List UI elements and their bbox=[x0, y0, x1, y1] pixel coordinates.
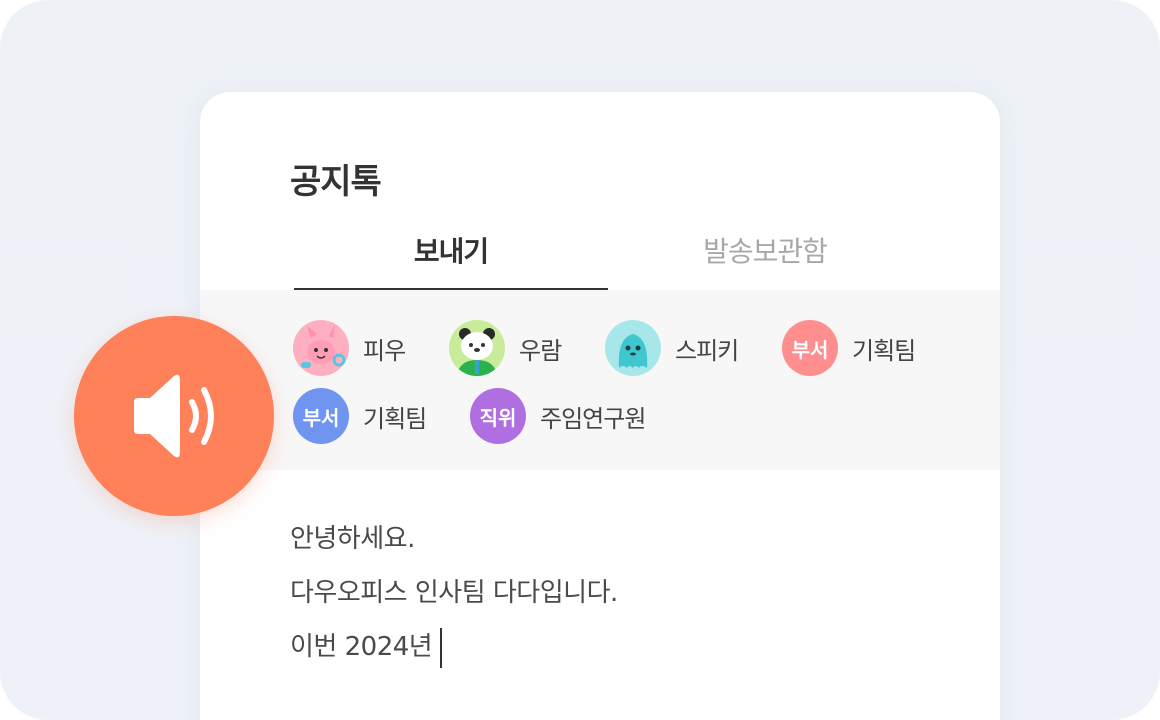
teal-blob-avatar bbox=[605, 320, 661, 376]
recipient-name: 기획팀 bbox=[852, 336, 916, 365]
department-badge: 부서 bbox=[293, 388, 349, 444]
tab-sent-box[interactable]: 발송보관함 bbox=[608, 230, 922, 270]
recipient-list: 피우 우람 스피키 부서 기획팀 부서 기획팀 직위 주임연구원 bbox=[200, 290, 1000, 470]
recipient-chip[interactable]: 피우 bbox=[293, 320, 406, 376]
recipient-chip[interactable]: 부서 기획팀 bbox=[782, 320, 916, 376]
recipient-chip[interactable]: 우람 bbox=[449, 320, 562, 376]
recipient-chip[interactable]: 직위 주임연구원 bbox=[470, 388, 646, 444]
message-line: 다우오피스 인사팀 다다입니다. bbox=[290, 578, 618, 608]
text-cursor bbox=[440, 627, 443, 668]
recipient-chip[interactable]: 스피키 bbox=[605, 320, 739, 376]
recipient-name: 스피키 bbox=[675, 336, 739, 365]
pink-bunny-avatar bbox=[293, 320, 349, 376]
speaker-volume-icon bbox=[134, 374, 214, 458]
recipient-name: 기획팀 bbox=[363, 404, 427, 433]
notice-talk-panel: 공지톡 보내기 발송보관함 피우 우람 스피키 부서 기획팀 부서 기획팀 직위… bbox=[200, 92, 1000, 720]
recipient-chip[interactable]: 부서 기획팀 bbox=[293, 388, 427, 444]
message-line: 이번 2024년 bbox=[290, 620, 618, 674]
recipient-name: 피우 bbox=[363, 336, 406, 365]
app-frame: 공지톡 보내기 발송보관함 피우 우람 스피키 부서 기획팀 부서 기획팀 직위… bbox=[0, 0, 1160, 720]
panda-avatar bbox=[449, 320, 505, 376]
recipient-name: 우람 bbox=[519, 336, 562, 365]
speaker-button[interactable] bbox=[74, 316, 274, 516]
position-badge: 직위 bbox=[470, 388, 526, 444]
message-line: 안녕하세요. bbox=[290, 524, 415, 554]
message-editor[interactable]: 안녕하세요. 다우오피스 인사팀 다다입니다. 이번 2024년 bbox=[290, 512, 618, 674]
recipient-name: 주임연구원 bbox=[540, 404, 646, 433]
tab-bar: 보내기 발송보관함 bbox=[200, 220, 1000, 292]
page-title: 공지톡 bbox=[290, 162, 382, 202]
tab-send[interactable]: 보내기 bbox=[294, 230, 608, 270]
department-badge: 부서 bbox=[782, 320, 838, 376]
